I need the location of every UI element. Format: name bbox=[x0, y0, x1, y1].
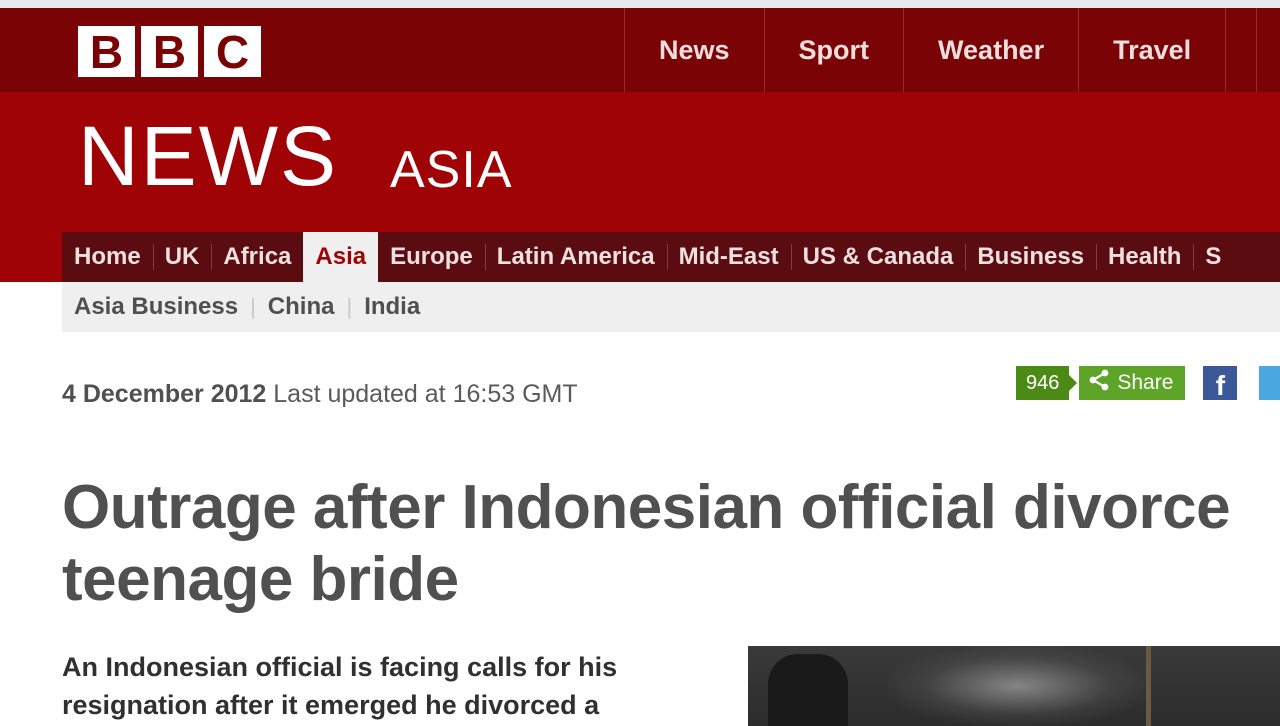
section-nav-africa[interactable]: Africa bbox=[211, 232, 303, 282]
news-title[interactable]: NEWS bbox=[78, 114, 338, 198]
section-nav-europe[interactable]: Europe bbox=[378, 232, 485, 282]
browser-top-strip bbox=[0, 0, 1280, 8]
sub-nav-china[interactable]: China bbox=[256, 293, 347, 321]
article-photo[interactable] bbox=[748, 646, 1280, 726]
global-nav-more[interactable] bbox=[1225, 8, 1258, 92]
section-nav-uk[interactable]: UK bbox=[152, 232, 212, 282]
section-nav-health[interactable]: Health bbox=[1096, 232, 1193, 282]
photo-figure bbox=[768, 654, 848, 726]
share-icon bbox=[1087, 368, 1111, 398]
photo-smoke bbox=[888, 646, 1148, 726]
section-nav-latin-america[interactable]: Latin America bbox=[484, 232, 667, 282]
global-nav-news[interactable]: News bbox=[624, 8, 764, 92]
global-nav: News Sport Weather Travel bbox=[624, 8, 1258, 92]
global-nav-weather[interactable]: Weather bbox=[903, 8, 1078, 92]
article-dateline: 4 December 2012 Last updated at 16:53 GM… bbox=[62, 380, 578, 409]
headline-line: teenage bride bbox=[62, 545, 459, 614]
summary-line: resignation after it emerged he divorced… bbox=[62, 690, 600, 720]
sub-nav-india[interactable]: India bbox=[352, 293, 432, 321]
headline-line: Outrage after Indonesian official divorc… bbox=[62, 473, 1231, 542]
section-nav-home[interactable]: Home bbox=[62, 232, 153, 282]
section-nav-asia[interactable]: Asia bbox=[303, 232, 379, 282]
article-date: 4 December 2012 bbox=[62, 380, 267, 408]
section-nav-more[interactable]: S bbox=[1193, 232, 1233, 282]
section-nav-us-canada[interactable]: US & Canada bbox=[790, 232, 966, 282]
photo-pole bbox=[1146, 646, 1151, 726]
bbc-logo-letter: B bbox=[141, 26, 198, 77]
bbc-logo-letter: B bbox=[78, 26, 135, 77]
summary-line: An Indonesian official is facing calls f… bbox=[62, 652, 618, 682]
facebook-glyph: f bbox=[1215, 370, 1226, 401]
bbc-logo-letter: C bbox=[204, 26, 261, 77]
share-tools: 946 Share f bbox=[1016, 366, 1280, 400]
bbc-masthead: B B C News Sport Weather Travel bbox=[0, 8, 1280, 92]
section-nav-mid-east[interactable]: Mid-East bbox=[666, 232, 791, 282]
article-summary: An Indonesian official is facing calls f… bbox=[62, 648, 722, 724]
article-headline: Outrage after Indonesian official divorc… bbox=[62, 472, 1280, 616]
twitter-icon[interactable] bbox=[1259, 366, 1280, 400]
sub-nav: Asia Business | China | India bbox=[62, 282, 1280, 332]
news-section-title[interactable]: ASIA bbox=[390, 144, 513, 196]
section-nav: Home UK Africa Asia Europe Latin America… bbox=[62, 232, 1280, 282]
share-label: Share bbox=[1117, 371, 1174, 394]
sub-nav-asia-business[interactable]: Asia Business bbox=[62, 293, 250, 321]
section-nav-business[interactable]: Business bbox=[965, 232, 1096, 282]
article-updated: Last updated at 16:53 GMT bbox=[273, 380, 578, 408]
share-count: 946 bbox=[1016, 366, 1078, 400]
share-button[interactable]: Share bbox=[1079, 366, 1186, 400]
global-nav-travel[interactable]: Travel bbox=[1078, 8, 1225, 92]
global-nav-sport[interactable]: Sport bbox=[763, 8, 904, 92]
bbc-logo[interactable]: B B C bbox=[78, 26, 261, 77]
facebook-icon[interactable]: f bbox=[1203, 366, 1238, 401]
